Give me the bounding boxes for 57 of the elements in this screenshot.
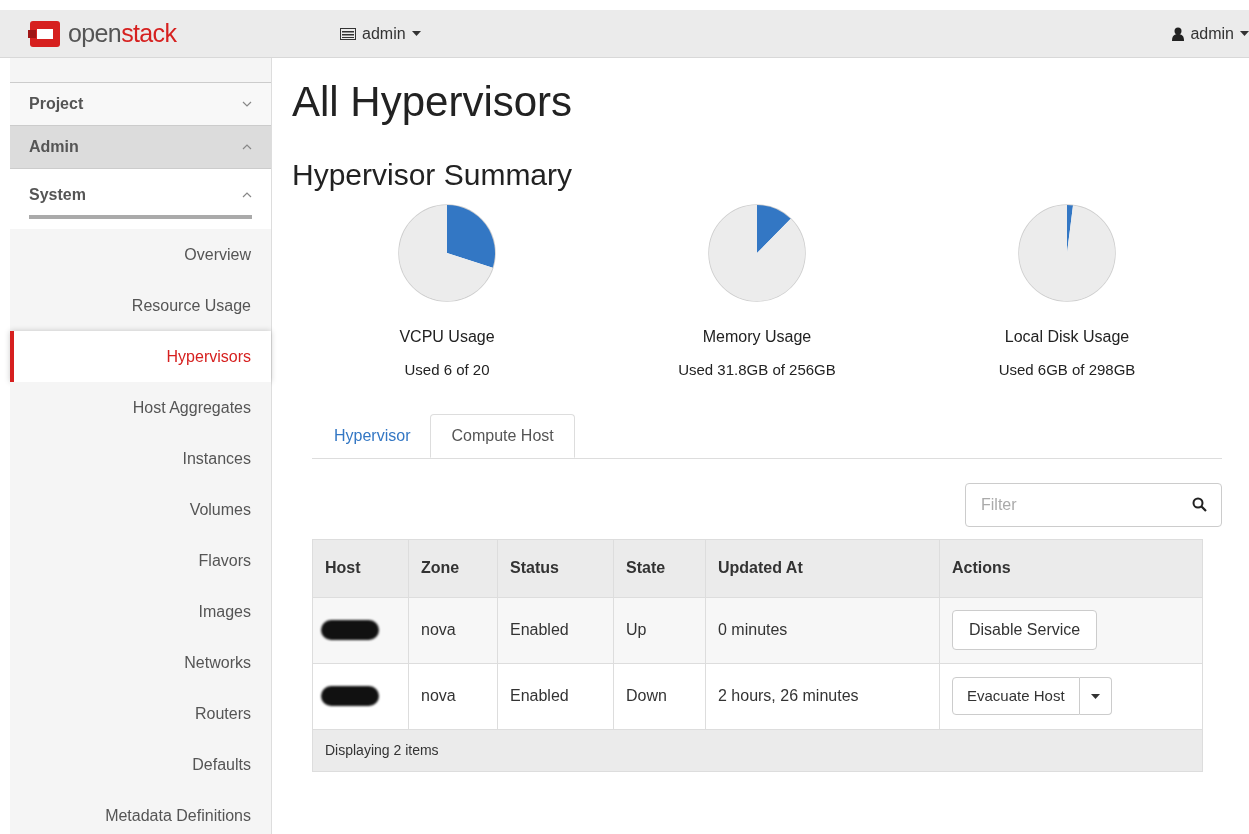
sidebar-link[interactable]: Defaults	[10, 739, 271, 790]
tab[interactable]: Hypervisor	[314, 413, 431, 458]
table-cell: Enabled	[497, 597, 614, 663]
sidebar-link[interactable]: Host Aggregates	[10, 382, 271, 433]
table-cell: nova	[408, 597, 498, 663]
meter-reading: Used 6 of 20	[404, 360, 490, 380]
sidebar-link[interactable]: Flavors	[10, 535, 271, 586]
chevron-down-icon	[242, 101, 252, 107]
column-header: Zone	[408, 539, 498, 597]
user-icon	[1172, 26, 1185, 41]
caret-icon	[1090, 693, 1100, 699]
table-cell: nova	[408, 663, 498, 729]
sidebar-link[interactable]: Volumes	[10, 484, 271, 535]
redaction-mark	[321, 620, 379, 640]
meter-label: Memory Usage	[702, 327, 812, 347]
sidebar-section[interactable]: Admin	[10, 125, 271, 168]
column-header: Status	[497, 539, 614, 597]
caret-icon	[411, 31, 421, 36]
sidebar-link[interactable]: Instances	[10, 433, 271, 484]
meter-reading: Used 31.8GB of 256GB	[678, 360, 836, 380]
column-header: Host	[312, 539, 409, 597]
meter-label: VCPU Usage	[399, 327, 495, 347]
meter-reading: Used 6GB of 298GB	[998, 360, 1136, 380]
table-cell: 0 minutes	[705, 597, 940, 663]
sidebar-link[interactable]: Hypervisors	[10, 331, 271, 382]
column-header: Actions	[939, 539, 1203, 597]
table-footer-text: Displaying 2 items	[325, 742, 439, 758]
list-icon	[340, 27, 356, 40]
sidebar-link[interactable]: Overview	[10, 229, 271, 280]
table-cell: Down	[613, 663, 706, 729]
search-icon	[1192, 496, 1207, 512]
logo-wordmark[interactable]: openstack	[68, 21, 177, 46]
project-dropdown[interactable]: admin	[340, 21, 421, 46]
action-button[interactable]: Evacuate Host	[952, 677, 1080, 715]
table-cell: Enabled	[497, 663, 614, 729]
sidebar-link[interactable]: Routers	[10, 688, 271, 739]
chevron-up-icon	[242, 144, 252, 150]
sidebar-link[interactable]: Networks	[10, 637, 271, 688]
user-dropdown[interactable]: admin	[1172, 21, 1249, 46]
page-title: All Hypervisors	[292, 77, 574, 127]
filter-field[interactable]: Filter	[965, 482, 1222, 527]
redaction-mark	[321, 686, 379, 706]
column-header: Updated At	[705, 539, 940, 597]
chevron-up-icon	[242, 192, 252, 198]
sidebar-link[interactable]: Images	[10, 586, 271, 637]
caret-icon	[1240, 31, 1249, 36]
sidebar-link[interactable]: Resource Usage	[10, 280, 271, 331]
logo-icon	[28, 18, 62, 49]
action-button[interactable]: Disable Service	[952, 610, 1098, 650]
sidebar-link[interactable]: Metadata Definitions	[10, 790, 271, 834]
table-cell: Up	[613, 597, 706, 663]
action-menu-button[interactable]	[1079, 677, 1112, 715]
column-header: State	[613, 539, 706, 597]
table-cell: 2 hours, 26 minutes	[705, 663, 940, 729]
section-title: Hypervisor Summary	[292, 156, 574, 193]
tab[interactable]: Compute Host	[430, 413, 575, 458]
meter-label: Local Disk Usage	[1004, 327, 1130, 347]
